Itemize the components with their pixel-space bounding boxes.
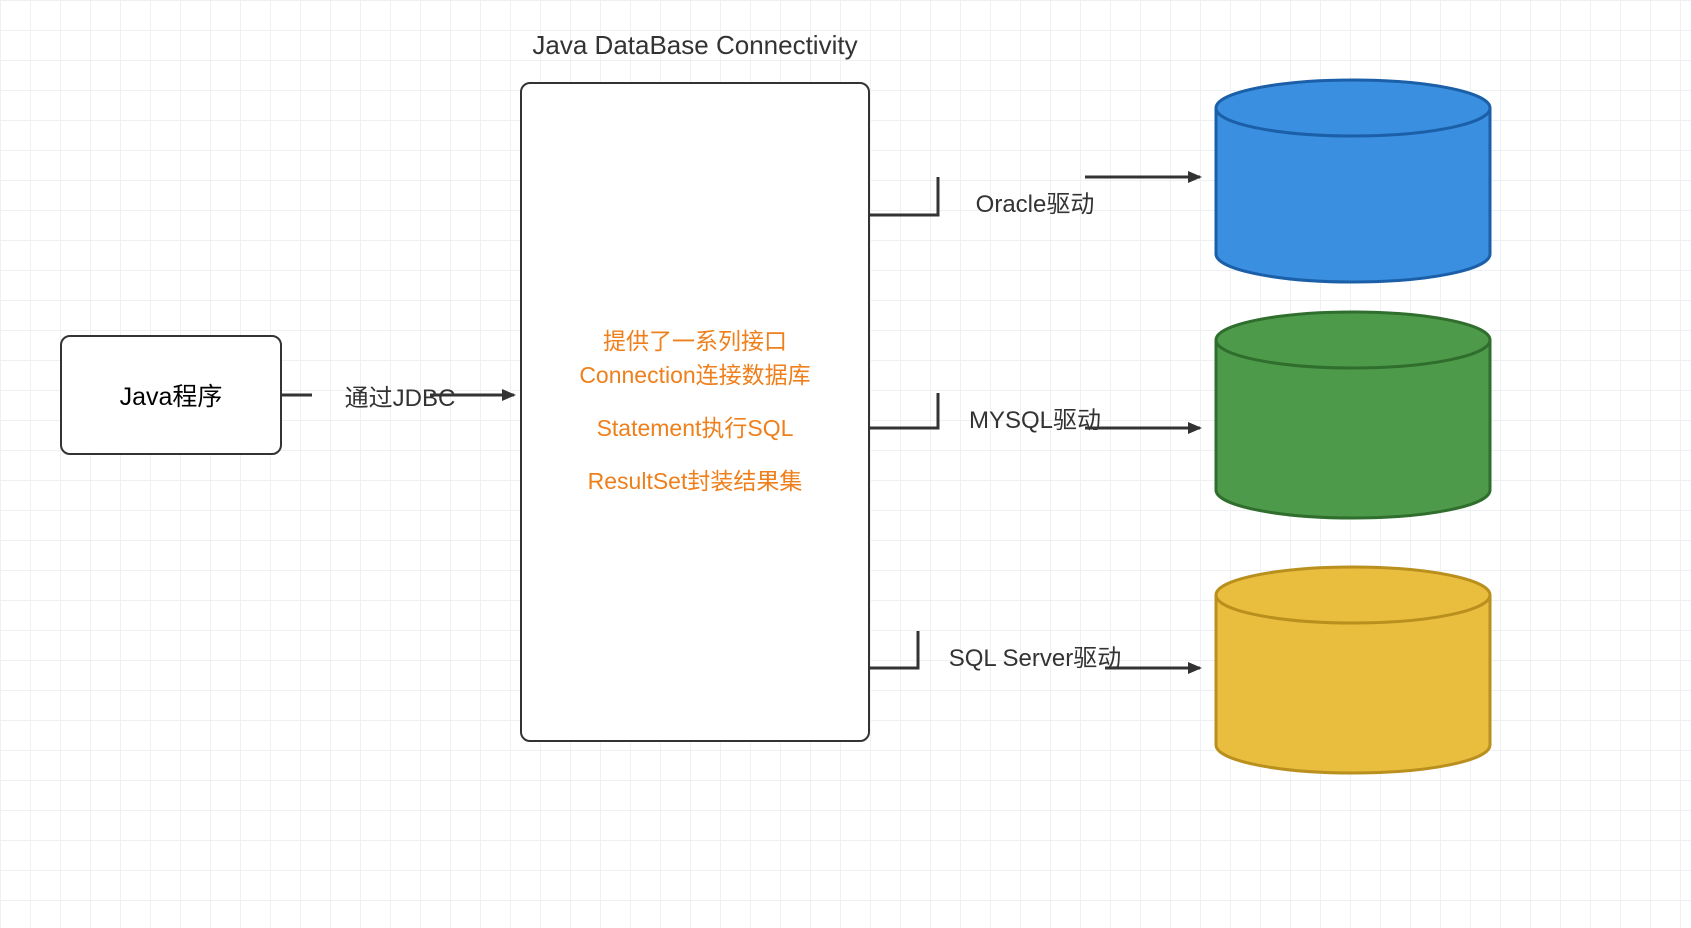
jdbc-box: 提供了一系列接口 Connection连接数据库 Statement执行SQL … xyxy=(520,82,870,742)
db-label-mysql: MYSQL xyxy=(1213,418,1493,449)
java-program-label: Java程序 xyxy=(120,377,223,413)
driver-label-sqlserver: SQL Server驱动 xyxy=(895,638,1175,673)
driver-label-oracle: Oracle驱动 xyxy=(935,184,1135,219)
db-label-oracle: Oracle xyxy=(1213,182,1493,213)
jdbc-line2: Connection连接数据库 xyxy=(579,359,810,392)
driver-label-mysql: MYSQL驱动 xyxy=(935,400,1135,435)
edge-label-java-to-jdbc: 通过JDBC xyxy=(300,378,500,413)
jdbc-line1: 提供了一系列接口 xyxy=(579,325,810,358)
jdbc-statement-line: Statement执行SQL xyxy=(597,412,794,445)
java-program-box: Java程序 xyxy=(60,335,282,455)
jdbc-resultset-line: ResultSet封装结果集 xyxy=(588,465,803,498)
db-cylinder-oracle xyxy=(1216,80,1490,282)
jdbc-interfaces-group: 提供了一系列接口 Connection连接数据库 xyxy=(579,325,810,392)
db-cylinder-mysql xyxy=(1216,312,1490,518)
diagram-title: Java DataBase Connectivity xyxy=(500,30,890,61)
db-label-sqlserver: SQL Server xyxy=(1213,668,1493,699)
